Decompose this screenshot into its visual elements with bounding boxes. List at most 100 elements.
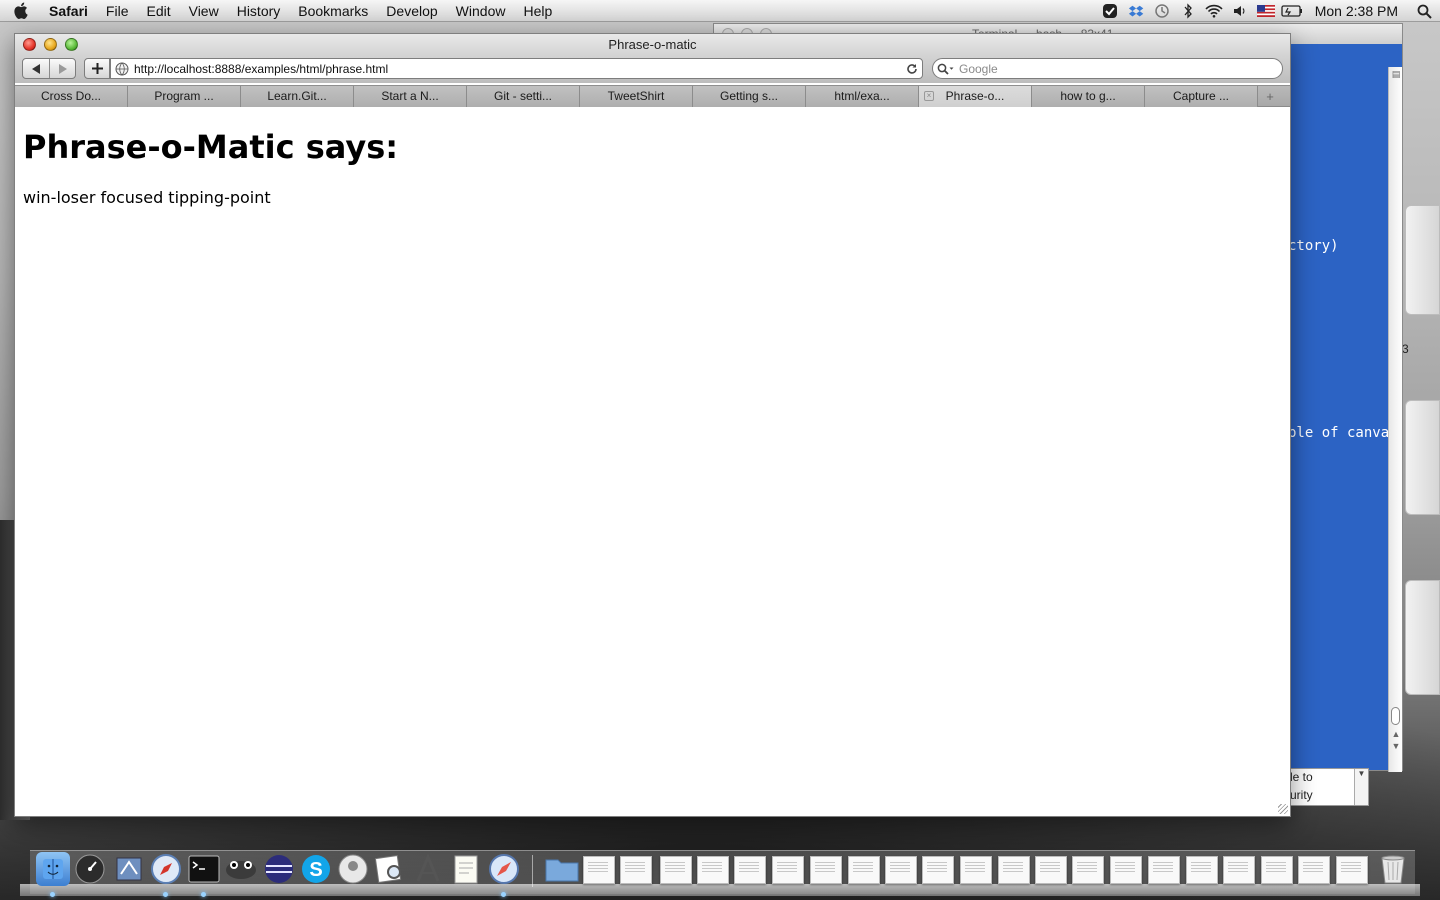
- dashboard-icon[interactable]: [73, 852, 107, 886]
- tab-git-settings[interactable]: Git - setti...: [467, 86, 580, 107]
- minimized-window-thumbnail[interactable]: [734, 856, 766, 884]
- menu-history[interactable]: History: [228, 0, 290, 22]
- scroll-down-icon[interactable]: ▼: [1389, 741, 1403, 751]
- minimized-window-thumbnail[interactable]: [1035, 856, 1067, 884]
- minimized-window-thumbnail[interactable]: [1298, 856, 1330, 884]
- tab-program[interactable]: Program ...: [128, 86, 241, 107]
- skype-icon[interactable]: S: [299, 852, 333, 886]
- window-controls[interactable]: [23, 38, 78, 51]
- add-bookmark-button[interactable]: [84, 58, 110, 79]
- reload-icon[interactable]: [902, 63, 922, 75]
- tab-capture[interactable]: Capture ...: [1145, 86, 1258, 107]
- menu-edit[interactable]: Edit: [137, 0, 179, 22]
- menu-view[interactable]: View: [180, 0, 228, 22]
- back-button[interactable]: [23, 59, 49, 78]
- minimized-window-thumbnail[interactable]: [583, 856, 615, 884]
- applications-folder-icon[interactable]: [545, 852, 579, 886]
- drive-icon[interactable]: [1405, 205, 1440, 315]
- menubar-clock[interactable]: Mon 2:38 PM: [1305, 3, 1408, 19]
- drive-icon[interactable]: [1405, 580, 1440, 695]
- finder-icon[interactable]: [36, 852, 70, 886]
- minimized-window-thumbnail[interactable]: [1148, 856, 1180, 884]
- minimized-window-thumbnail[interactable]: [1072, 856, 1104, 884]
- search-input[interactable]: [959, 61, 1282, 76]
- preview-icon[interactable]: [373, 852, 407, 886]
- spotlight-search-icon[interactable]: [1408, 4, 1440, 19]
- close-window-icon[interactable]: [23, 38, 36, 51]
- trash-icon[interactable]: [1376, 852, 1410, 886]
- minimized-window-thumbnail[interactable]: [960, 856, 992, 884]
- minimized-window-thumbnail[interactable]: [885, 856, 917, 884]
- address-bar[interactable]: http://localhost:8888/examples/html/phra…: [110, 58, 923, 79]
- minimized-window-thumbnail[interactable]: [810, 856, 842, 884]
- minimize-window-icon[interactable]: [44, 38, 57, 51]
- tab-phrase-o-matic[interactable]: × Phrase-o...: [919, 86, 1032, 107]
- safari-window[interactable]: Phrase-o-matic http://localhost:8888/exa…: [14, 33, 1291, 817]
- menu-file[interactable]: File: [97, 0, 138, 22]
- tab-start-a-new[interactable]: Start a N...: [354, 86, 467, 107]
- menu-develop[interactable]: Develop: [377, 0, 446, 22]
- wifi-icon[interactable]: [1201, 0, 1227, 22]
- drive-label: 3: [1402, 342, 1409, 356]
- minimized-window-thumbnail[interactable]: [1336, 856, 1368, 884]
- evernote-icon[interactable]: [1097, 0, 1123, 22]
- background-window-fragment[interactable]: le to urity ▼: [1285, 768, 1369, 806]
- tab-getting-started[interactable]: Getting s...: [693, 86, 806, 107]
- tab-phrase-o-matic-label: Phrase-o...: [945, 89, 1005, 103]
- terminal-scrollbar[interactable]: ▤ ▲ ▼: [1388, 67, 1402, 772]
- minimized-window-thumbnail[interactable]: [620, 856, 652, 884]
- textedit-icon[interactable]: [449, 852, 483, 886]
- volume-icon[interactable]: [1227, 0, 1253, 22]
- minimized-window-thumbnail[interactable]: [1186, 856, 1218, 884]
- tab-learn-git[interactable]: Learn.Git...: [241, 86, 354, 107]
- minimized-window-thumbnail[interactable]: [848, 856, 880, 884]
- safari-compass-icon[interactable]: [487, 852, 521, 886]
- forward-button[interactable]: [49, 59, 75, 78]
- frog-app-icon[interactable]: [224, 852, 258, 886]
- safari-titlebar[interactable]: Phrase-o-matic: [15, 34, 1290, 56]
- terminal-icon[interactable]: [187, 852, 221, 886]
- us-flag-icon[interactable]: [1253, 0, 1279, 22]
- minimized-window-thumbnail[interactable]: [1223, 856, 1255, 884]
- tab-html-examples[interactable]: html/exa...: [806, 86, 919, 107]
- minimized-window-thumbnail[interactable]: [772, 856, 804, 884]
- grayscale-app-icon[interactable]: [336, 852, 370, 886]
- bluetooth-icon[interactable]: [1175, 0, 1201, 22]
- minimized-window-thumbnail[interactable]: [1110, 856, 1142, 884]
- time-machine-icon[interactable]: [1149, 0, 1175, 22]
- safari-toolbar: http://localhost:8888/examples/html/phra…: [15, 56, 1290, 83]
- resize-grip-icon[interactable]: [1278, 804, 1288, 814]
- minimized-window-thumbnail[interactable]: [1261, 856, 1293, 884]
- scroll-thumb[interactable]: [1391, 707, 1400, 725]
- menu-bookmarks[interactable]: Bookmarks: [289, 0, 377, 22]
- minimized-window-thumbnail[interactable]: [998, 856, 1030, 884]
- menu-window[interactable]: Window: [447, 0, 515, 22]
- tab-close-icon[interactable]: ×: [924, 91, 934, 101]
- menu-help[interactable]: Help: [514, 0, 561, 22]
- eclipse-icon[interactable]: [262, 852, 296, 886]
- minimized-window-thumbnail[interactable]: [697, 856, 729, 884]
- minimized-window-thumbnail[interactable]: [660, 856, 692, 884]
- apple-menu-icon[interactable]: [0, 2, 40, 19]
- safari-icon[interactable]: [149, 852, 183, 886]
- scroll-up-icon[interactable]: ▲: [1389, 729, 1403, 739]
- zoom-window-icon[interactable]: [65, 38, 78, 51]
- terminal-output-line: ple of canva: [1288, 425, 1390, 441]
- menu-app-name[interactable]: Safari: [40, 0, 97, 22]
- minimized-window-thumbnail[interactable]: [922, 856, 954, 884]
- dropbox-icon[interactable]: [1123, 0, 1149, 22]
- tab-tweetshirt[interactable]: TweetShirt: [580, 86, 693, 107]
- back-forward-group[interactable]: [22, 58, 76, 79]
- search-icon[interactable]: [933, 63, 959, 75]
- search-field[interactable]: [932, 58, 1283, 79]
- scroll-handle-icon[interactable]: ▤: [1389, 69, 1403, 80]
- tab-how-to-get[interactable]: how to g...: [1032, 86, 1145, 107]
- tab-cross-domain[interactable]: Cross Do...: [15, 86, 128, 107]
- xcode-icon[interactable]: [411, 852, 445, 886]
- battery-icon[interactable]: [1279, 0, 1305, 22]
- url-text[interactable]: http://localhost:8888/examples/html/phra…: [134, 62, 902, 76]
- mail-icon[interactable]: [112, 852, 146, 886]
- drive-icon[interactable]: [1405, 400, 1440, 515]
- new-tab-icon[interactable]: +: [1258, 86, 1282, 107]
- fragment-scrollbar[interactable]: ▼: [1354, 769, 1368, 805]
